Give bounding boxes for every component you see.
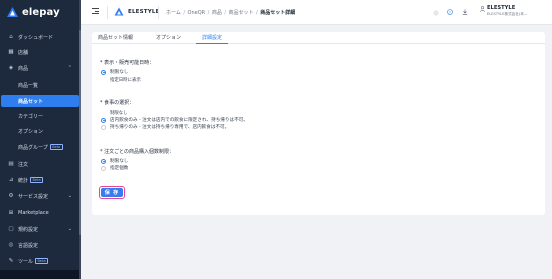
brand: ELESTYLE	[114, 7, 160, 16]
radio-display-unlimited[interactable]: 制限なし	[101, 69, 128, 75]
app-logo[interactable]: elepay	[6, 6, 60, 18]
radio-button[interactable]	[101, 165, 106, 171]
receipt-icon: ▤	[8, 161, 14, 167]
sidebar-item-dashboard[interactable]: ⌂ ダッシュボード	[0, 31, 81, 43]
chart-icon: ⊿	[8, 177, 14, 183]
top-header: ELESTYLE ホーム / OneQR / 商品 / 商品セット / 商品セット詳細 ? EL…	[81, 0, 552, 25]
section-title-meal-type: * 食事の選択：	[100, 100, 135, 106]
radio-meal-unlimited[interactable]: 制限なし	[110, 110, 128, 116]
user-menu[interactable]: ELESTYLE ELESTYLE株式会社(本...	[480, 5, 550, 17]
user-organization: ELESTYLE株式会社(本...	[487, 12, 528, 16]
header-divider	[107, 6, 108, 19]
radio-limit-unlimited[interactable]: 制限なし	[101, 158, 128, 164]
sidebar-item-orders[interactable]: ▤ 注文	[0, 158, 81, 170]
store-icon: ▦	[8, 49, 14, 55]
radio-limit-specified[interactable]: 指定個数	[101, 165, 128, 171]
beta-badge: Beta	[49, 143, 63, 150]
sidebar-item-tools[interactable]: ✎ ツール Beta	[0, 255, 81, 267]
breadcrumb-products[interactable]: 商品	[212, 10, 222, 16]
user-name: ELESTYLE	[487, 5, 516, 11]
sidebar-item-label: 商品一覧	[18, 82, 39, 89]
save-button[interactable]: 保 存	[101, 188, 123, 197]
breadcrumb: ホーム / OneQR / 商品 / 商品セット / 商品セット詳細	[166, 10, 296, 16]
sidebar-item-label: 商品	[18, 65, 29, 72]
sidebar-item-terms[interactable]: ▢ 規約設定 ⌄	[0, 223, 81, 235]
sidebar-item-category[interactable]: カテゴリー	[0, 110, 81, 122]
beta-badge: Beta	[30, 176, 44, 183]
tab-detail-settings[interactable]: 詳細設定	[196, 32, 229, 44]
sidebar-item-product-set[interactable]: 商品セット	[1, 95, 79, 107]
tab-product-set-info[interactable]: 商品セット情報	[92, 32, 139, 44]
settings-icon: ⚙	[8, 193, 14, 199]
sidebar-item-stats[interactable]: ⊿ 統計 Beta	[0, 174, 81, 186]
tag-icon: ◈	[8, 65, 14, 71]
help-icon[interactable]: ?	[447, 9, 453, 15]
sidebar-item-option[interactable]: オプション	[0, 125, 81, 137]
breadcrumb-oneqr[interactable]: OneQR	[188, 10, 206, 16]
sidebar-item-label: 言語設定	[18, 242, 39, 249]
sidebar-item-label: 統計 Beta	[18, 176, 44, 184]
sidebar-item-product-group[interactable]: 商品グループ Beta	[0, 141, 81, 153]
sidebar-item-label: 注文	[18, 161, 29, 168]
sidebar-item-marketplace[interactable]: ⊞ Marketplace	[0, 207, 81, 219]
sidebar-item-label: カテゴリー	[18, 113, 44, 120]
section-title-display-period: * 表示・販売可能日時：	[100, 60, 155, 66]
status-dot-icon	[433, 10, 439, 16]
user-icon	[480, 6, 485, 12]
radio-button[interactable]	[101, 117, 106, 123]
breadcrumb-current: 商品セット詳細	[260, 10, 296, 16]
radio-button[interactable]	[101, 158, 106, 164]
sidebar-item-label: ツール Beta	[18, 257, 49, 265]
radio-meal-dine-in[interactable]: 店内飲食のみ - 注文は店内での飲食に限定され、持ち帰りは不可。	[101, 117, 248, 123]
sidebar-item-label: 商品グループ Beta	[18, 143, 63, 151]
app-logo-text: elepay	[22, 6, 60, 18]
radio-button[interactable]	[101, 69, 106, 75]
radio-display-scheduled[interactable]: 指定日時に表示	[110, 77, 141, 83]
menu-toggle-icon[interactable]	[92, 8, 100, 15]
elepay-logo-icon	[7, 7, 18, 17]
save-button-focus-ring: 保 存	[99, 186, 125, 199]
sidebar: elepay ⌂ ダッシュボード ▦ 店舗 ◈ 商品 ⌃ 商品一覧 商品セット …	[0, 0, 81, 279]
settings-card: 商品セット情報 オプション 詳細設定 * 表示・販売可能日時： 制限なし 指定日…	[92, 32, 545, 215]
sidebar-item-label: Marketplace	[18, 210, 49, 216]
sidebar-item-product-list[interactable]: 商品一覧	[0, 79, 81, 91]
sidebar-item-label: 商品セット	[18, 98, 44, 105]
sidebar-footer	[0, 270, 81, 279]
brand-name: ELESTYLE	[128, 8, 160, 15]
header-divider	[158, 6, 159, 19]
radio-meal-takeout[interactable]: 持ち帰りのみ - 注文は持ち帰り専用で、店内飲食は不可。	[101, 124, 229, 130]
chevron-down-icon: ⌄	[67, 193, 72, 199]
sidebar-item-products[interactable]: ◈ 商品 ⌃	[0, 62, 81, 74]
breadcrumb-home[interactable]: ホーム	[166, 10, 181, 16]
section-title-purchase-limit: * 注文ごとの商品購入個数制限：	[100, 149, 175, 155]
sidebar-item-language[interactable]: ◎ 言語設定	[0, 239, 81, 251]
sidebar-scrollbar-thumb[interactable]	[79, 30, 81, 235]
chevron-up-icon: ⌃	[67, 65, 72, 71]
grid-icon: ⊞	[8, 210, 14, 216]
sidebar-item-label: 規約設定	[18, 226, 39, 233]
sidebar-item-service-settings[interactable]: ⚙ サービス設定 ⌄	[0, 190, 81, 202]
chevron-down-icon: ⌄	[67, 226, 72, 232]
radio-button[interactable]	[101, 124, 106, 130]
download-icon[interactable]	[462, 9, 468, 15]
svg-text:?: ?	[449, 10, 451, 14]
beta-badge: Beta	[35, 257, 49, 264]
brand-logo-icon	[114, 7, 124, 16]
document-icon: ▢	[8, 226, 14, 232]
sidebar-item-label: 店舗	[18, 49, 29, 56]
globe-icon: ◎	[8, 242, 14, 248]
sidebar-item-label: オプション	[18, 128, 44, 135]
sidebar-item-label: ダッシュボード	[18, 34, 54, 41]
sidebar-item-label: サービス設定	[18, 193, 49, 200]
wrench-icon: ✎	[8, 258, 14, 264]
home-icon: ⌂	[9, 34, 13, 40]
breadcrumb-product-set[interactable]: 商品セット	[229, 10, 254, 16]
tab-bar: 商品セット情報 オプション 詳細設定	[92, 32, 545, 44]
sidebar-item-store[interactable]: ▦ 店舗	[0, 46, 81, 58]
tab-options[interactable]: オプション	[150, 32, 187, 44]
